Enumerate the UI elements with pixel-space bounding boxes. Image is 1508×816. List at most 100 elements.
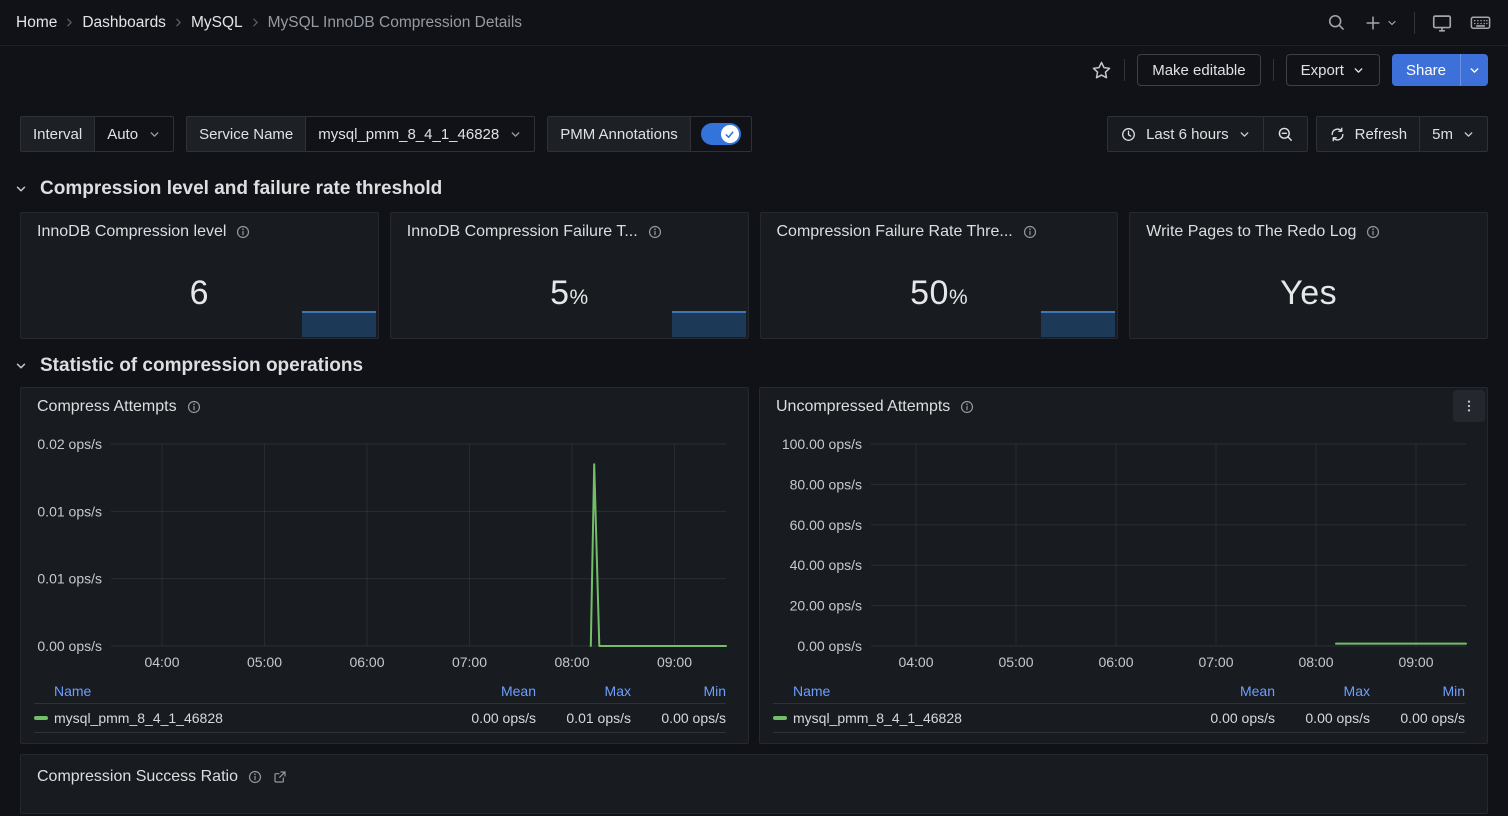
info-icon[interactable] (959, 399, 975, 415)
svg-text:60.00 ops/s: 60.00 ops/s (790, 517, 862, 533)
section-compression-level[interactable]: Compression level and failure rate thres… (0, 178, 1508, 200)
section-title: Statistic of compression operations (40, 355, 363, 377)
info-icon[interactable] (247, 769, 263, 785)
stat-panel-compression-level: InnoDB Compression level 6 (20, 212, 379, 339)
stat-number: Yes (1280, 274, 1337, 313)
svg-text:0.00 ops/s: 0.00 ops/s (37, 638, 102, 654)
chart-legend: Name Mean Max Min mysql_pmm_8_4_1_46828 … (760, 678, 1487, 733)
refresh-interval-value: 5m (1432, 126, 1453, 143)
legend-row: mysql_pmm_8_4_1_46828 0.00 ops/s 0.00 op… (773, 704, 1465, 733)
monitor-icon[interactable] (1431, 12, 1453, 34)
stats-row: InnoDB Compression level 6 InnoDB Compre… (0, 212, 1508, 339)
external-link-icon[interactable] (272, 769, 288, 785)
legend-header-name[interactable]: Name (773, 683, 1180, 699)
service-name-value: mysql_pmm_8_4_1_46828 (318, 126, 499, 143)
service-name-select[interactable]: mysql_pmm_8_4_1_46828 (306, 116, 535, 152)
svg-text:06:00: 06:00 (349, 654, 384, 670)
info-icon[interactable] (1022, 224, 1038, 240)
info-icon[interactable] (186, 399, 202, 415)
search-icon[interactable] (1326, 12, 1347, 33)
pmm-annotations-toggle[interactable] (691, 116, 752, 152)
series-color-swatch (773, 716, 787, 720)
legend-header-min[interactable]: Min (631, 683, 726, 699)
panel-title: InnoDB Compression level (37, 223, 226, 241)
dashboard-toolbar: Make editable Export Share (0, 46, 1508, 94)
toggle-track (701, 123, 741, 145)
chevron-right-icon (249, 16, 262, 29)
share-button[interactable]: Share (1392, 54, 1460, 86)
legend-header-min[interactable]: Min (1370, 683, 1465, 699)
stat-suffix: % (949, 286, 968, 310)
svg-text:09:00: 09:00 (657, 654, 692, 670)
chevron-down-icon (1468, 64, 1481, 77)
share-split-button: Share (1392, 54, 1488, 86)
breadcrumb-home[interactable]: Home (16, 14, 57, 32)
chart-panel-compression-success-ratio: Compression Success Ratio (20, 754, 1488, 814)
keyboard-icon[interactable] (1469, 11, 1492, 34)
pmm-annotations-label: PMM Annotations (547, 116, 691, 152)
panel-title: InnoDB Compression Failure T... (407, 223, 638, 241)
chevron-right-icon (172, 16, 185, 29)
legend-header-name[interactable]: Name (34, 683, 441, 699)
svg-text:0.01 ops/s: 0.01 ops/s (37, 571, 102, 587)
make-editable-label: Make editable (1152, 62, 1245, 79)
refresh-interval-select[interactable]: 5m (1420, 117, 1487, 151)
svg-text:05:00: 05:00 (998, 654, 1033, 670)
stat-number: 5 (550, 274, 569, 313)
breadcrumb-dashboards[interactable]: Dashboards (82, 14, 166, 32)
time-series-plot[interactable]: 0.02 ops/s0.01 ops/s0.01 ops/s0.00 ops/s… (21, 418, 748, 676)
series-min: 0.00 ops/s (631, 710, 726, 726)
panel-title: Compression Failure Rate Thre... (777, 223, 1013, 241)
share-menu-caret[interactable] (1460, 54, 1488, 86)
interval-value: Auto (107, 126, 138, 143)
time-series-plot[interactable]: 100.00 ops/s80.00 ops/s60.00 ops/s40.00 … (760, 418, 1487, 676)
chevron-down-icon (509, 128, 522, 141)
export-button[interactable]: Export (1286, 54, 1380, 86)
star-icon[interactable] (1091, 60, 1112, 81)
legend-header-mean[interactable]: Mean (441, 683, 536, 699)
interval-select[interactable]: Auto (95, 116, 174, 152)
svg-text:100.00 ops/s: 100.00 ops/s (782, 436, 862, 452)
stat-suffix: % (569, 286, 588, 310)
add-new-button[interactable] (1363, 13, 1398, 33)
stat-panel-redo-log: Write Pages to The Redo Log Yes (1129, 212, 1488, 339)
legend-series-toggle[interactable]: mysql_pmm_8_4_1_46828 (773, 710, 1180, 726)
make-editable-button[interactable]: Make editable (1137, 54, 1260, 86)
chart-panel-compress-attempts: Compress Attempts 0.02 ops/s0.01 ops/s0.… (20, 387, 749, 744)
svg-text:04:00: 04:00 (144, 654, 179, 670)
info-icon[interactable] (647, 224, 663, 240)
legend-series-toggle[interactable]: mysql_pmm_8_4_1_46828 (34, 710, 441, 726)
divider (1273, 59, 1274, 81)
panel-title[interactable]: Compression Success Ratio (37, 768, 238, 786)
legend-header-max[interactable]: Max (1275, 683, 1370, 699)
share-label: Share (1406, 62, 1446, 79)
interval-label: Interval (20, 116, 95, 152)
info-icon[interactable] (1365, 224, 1381, 240)
breadcrumb-mysql[interactable]: MySQL (191, 14, 243, 32)
svg-text:09:00: 09:00 (1398, 654, 1433, 670)
export-label: Export (1301, 62, 1344, 79)
chevron-down-icon (148, 128, 161, 141)
chevron-down-icon (1352, 64, 1365, 77)
refresh-button[interactable]: Refresh (1317, 117, 1420, 151)
panel-title[interactable]: Compress Attempts (37, 398, 177, 416)
svg-text:07:00: 07:00 (1198, 654, 1233, 670)
panel-menu-kebab-icon[interactable] (1453, 390, 1485, 422)
plus-icon (1363, 13, 1383, 33)
svg-text:06:00: 06:00 (1098, 654, 1133, 670)
legend-header-mean[interactable]: Mean (1180, 683, 1275, 699)
time-picker-group: Last 6 hours (1107, 116, 1308, 152)
page-title: MySQL InnoDB Compression Details (268, 14, 522, 32)
zoom-out-button[interactable] (1264, 117, 1307, 151)
chevron-right-icon (63, 16, 76, 29)
stat-panel-failure-rate: Compression Failure Rate Thre... 50 % (760, 212, 1119, 339)
check-icon (724, 129, 735, 140)
info-icon[interactable] (235, 224, 251, 240)
time-range-picker[interactable]: Last 6 hours (1108, 117, 1263, 151)
series-max: 0.01 ops/s (536, 710, 631, 726)
section-statistics[interactable]: Statistic of compression operations (0, 355, 1508, 377)
legend-header-max[interactable]: Max (536, 683, 631, 699)
svg-text:0.00 ops/s: 0.00 ops/s (797, 638, 862, 654)
panel-title[interactable]: Uncompressed Attempts (776, 398, 950, 416)
svg-text:80.00 ops/s: 80.00 ops/s (790, 476, 862, 492)
